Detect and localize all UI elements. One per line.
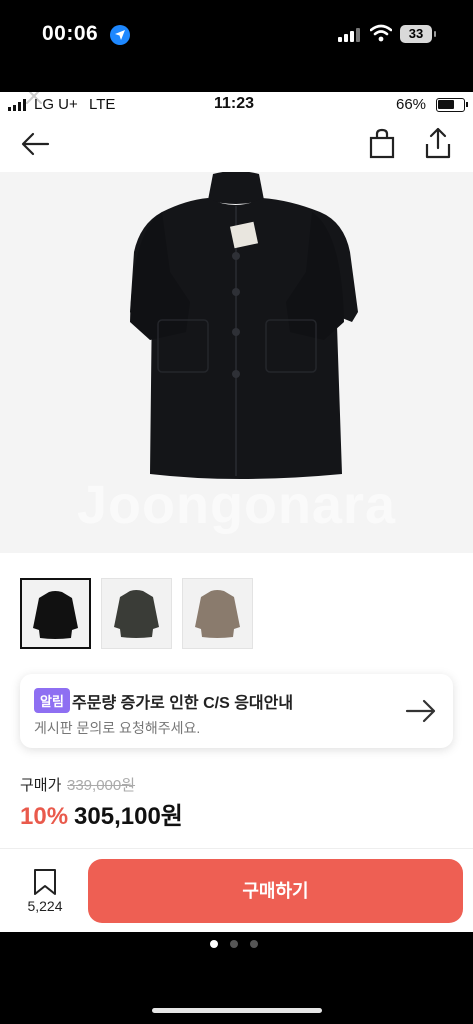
thumbnail-2[interactable] bbox=[101, 578, 172, 649]
arrow-right-icon[interactable] bbox=[404, 696, 438, 726]
buy-button[interactable]: 구매하기 bbox=[88, 859, 463, 923]
device-status-bar: 00:06 33 bbox=[0, 0, 473, 92]
battery-icon bbox=[436, 98, 468, 112]
page-indicator bbox=[210, 940, 258, 948]
back-arrow-icon[interactable] bbox=[20, 130, 52, 158]
image-watermark: Joongonara bbox=[76, 475, 397, 535]
network-type: LTE bbox=[89, 96, 116, 113]
notice-banner[interactable]: 알림 주문량 증가로 인한 C/S 응대안내 게시판 문의로 요청해주세요. bbox=[20, 674, 453, 748]
notice-subtitle: 게시판 문의로 요청해주세요. bbox=[34, 720, 201, 736]
device-clock: 00:06 bbox=[42, 22, 99, 45]
notice-badge: 알림 bbox=[34, 688, 70, 713]
price-label: 구매가 bbox=[20, 777, 62, 794]
product-image[interactable]: Joongonara bbox=[0, 172, 473, 553]
app-clock: 11:23 bbox=[214, 95, 255, 112]
cellular-signal-icon bbox=[338, 26, 360, 42]
thumbnail-strip bbox=[20, 578, 253, 649]
app-screen: LG U+ LTE 11:23 66% Joongonara 알림 주문량 증가… bbox=[0, 92, 473, 932]
divider bbox=[0, 848, 473, 849]
battery-percent: 66% bbox=[396, 96, 427, 113]
final-price: 305,100원 bbox=[74, 803, 183, 830]
wishlist-button[interactable]: 5,224 bbox=[20, 866, 70, 916]
top-navigation bbox=[0, 120, 473, 170]
original-price: 339,000원 bbox=[67, 777, 136, 794]
device-battery-icon: 33 bbox=[400, 25, 436, 43]
wishlist-count: 5,224 bbox=[27, 898, 63, 914]
carrier-name: LG U+ bbox=[34, 96, 78, 113]
page-dot-2[interactable] bbox=[230, 940, 238, 948]
wifi-icon bbox=[369, 24, 393, 47]
thumbnail-3[interactable] bbox=[182, 578, 253, 649]
bookmark-icon bbox=[34, 869, 56, 895]
price-row: 10% 305,100원 bbox=[20, 796, 183, 831]
page-dot-3[interactable] bbox=[250, 940, 258, 948]
notice-title: 주문량 증가로 인한 C/S 응대안내 bbox=[72, 695, 294, 712]
location-arrow-icon bbox=[110, 25, 130, 45]
thumbnail-1[interactable] bbox=[20, 578, 91, 649]
app-status-bar: LG U+ LTE 11:23 66% bbox=[0, 92, 473, 120]
home-indicator[interactable] bbox=[152, 1008, 322, 1013]
shopping-bag-icon[interactable] bbox=[368, 128, 396, 160]
page-dot-1[interactable] bbox=[210, 940, 218, 948]
discount-rate: 10% bbox=[20, 803, 69, 830]
signal-bars-icon bbox=[8, 99, 26, 111]
share-icon[interactable] bbox=[424, 126, 452, 160]
